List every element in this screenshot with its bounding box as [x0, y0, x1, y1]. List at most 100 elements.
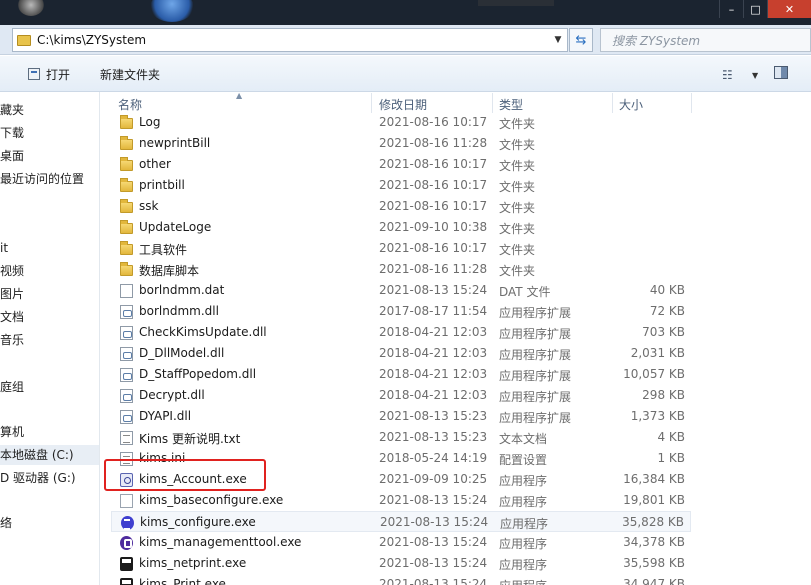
file-size: 16,384 KB — [623, 472, 685, 486]
file-row[interactable]: 数据库脚本 2021-08-16 11:28 文件夹 — [111, 259, 691, 280]
file-name: kims.ini — [139, 451, 186, 465]
column-divider[interactable] — [691, 93, 692, 113]
chevron-down-icon[interactable]: ▼ — [752, 67, 758, 83]
open-button[interactable]: 打开 — [28, 66, 70, 82]
file-size: 34,378 KB — [623, 535, 685, 549]
title-bar-glass — [478, 0, 554, 6]
file-row[interactable]: UpdateLoge 2021-09-10 10:38 文件夹 — [111, 217, 691, 238]
sidebar-item-homegroup[interactable]: 庭组 — [0, 377, 24, 397]
file-modified-date: 2018-05-24 14:19 — [379, 451, 488, 465]
file-row[interactable]: CheckKimsUpdate.dll 2018-04-21 12:03 应用程序扩… — [111, 322, 691, 343]
file-row[interactable]: kims_Print.exe 2021-08-13 15:24 应用程序 34,947… — [111, 574, 691, 585]
window-title-bar: – □ ✕ — [0, 0, 811, 25]
file-row[interactable]: kims_configure.exe 2021-08-13 15:24 应用程序 35… — [111, 511, 691, 532]
minimize-icon[interactable]: – — [719, 0, 743, 18]
sidebar-item-recent-places[interactable]: 最近访问的位置 — [0, 169, 84, 189]
file-row[interactable]: Log 2021-08-16 10:17 文件夹 — [111, 112, 691, 133]
file-row[interactable]: Kims 更新说明.txt 2021-08-13 15:23 文本文档 4 KB — [111, 427, 691, 448]
file-type: 文件夹 — [499, 159, 536, 173]
sidebar-item-videos[interactable]: 视频 — [0, 261, 24, 281]
column-divider[interactable] — [612, 93, 613, 113]
close-icon[interactable]: ✕ — [767, 0, 811, 18]
file-row[interactable]: borlndmm.dll 2017-08-17 11:54 应用程序扩展 72 KB — [111, 301, 691, 322]
application-icon — [120, 494, 133, 508]
file-row[interactable]: Decrypt.dll 2018-04-21 12:03 应用程序扩展 298 KB — [111, 385, 691, 406]
address-path[interactable]: C:\kims\ZYSystem — [37, 33, 146, 47]
sidebar-item-documents[interactable]: 文档 — [0, 307, 24, 327]
file-modified-date: 2018-04-21 12:03 — [379, 388, 488, 402]
desktop-icon-fragment — [18, 0, 44, 16]
file-type: 应用程序 — [499, 577, 547, 585]
refresh-button[interactable]: ⇆ — [569, 28, 593, 52]
file-size: 1 KB — [657, 451, 685, 465]
file-modified-date: 2021-08-16 10:17 — [379, 115, 488, 129]
maximize-icon[interactable]: □ — [743, 0, 767, 18]
file-row[interactable]: kims_managementtool.exe 2021-08-13 15:24 应… — [111, 532, 691, 553]
address-bar[interactable]: C:\kims\ZYSystem ▼ — [12, 28, 568, 52]
file-row[interactable]: D_DllModel.dll 2018-04-21 12:03 应用程序扩展 2,03… — [111, 343, 691, 364]
sidebar-item-local-disk-c[interactable]: 本地磁盘 (C:) — [0, 445, 99, 465]
sidebar-item-libraries[interactable]: it — [0, 238, 8, 258]
column-divider[interactable] — [492, 93, 493, 113]
column-header-size[interactable]: 大小 — [619, 96, 643, 113]
file-row[interactable]: other 2021-08-16 10:17 文件夹 — [111, 154, 691, 175]
dll-icon — [120, 305, 133, 319]
chevron-down-icon[interactable]: ▼ — [551, 32, 565, 48]
column-divider[interactable] — [371, 93, 372, 113]
sidebar-item-pictures[interactable]: 图片 — [0, 284, 24, 304]
file-row[interactable]: kims_netprint.exe 2021-08-13 15:24 应用程序 35,… — [111, 553, 691, 574]
file-size: 10,057 KB — [623, 367, 685, 381]
sidebar-item-network[interactable]: 络 — [0, 513, 12, 533]
file-name: kims_managementtool.exe — [139, 535, 302, 549]
file-icon — [120, 284, 133, 298]
search-input[interactable]: 搜索 ZYSystem — [600, 28, 811, 52]
file-row[interactable]: borlndmm.dat 2021-08-13 15:24 DAT 文件 40 KB — [111, 280, 691, 301]
column-header-date[interactable]: 修改日期 — [379, 96, 427, 113]
file-size: 72 KB — [649, 304, 685, 318]
file-name: 数据库脚本 — [139, 264, 200, 278]
file-type: 应用程序扩展 — [499, 306, 572, 320]
window-controls: – □ ✕ — [719, 0, 811, 18]
sidebar-item-computer[interactable]: 算机 — [0, 422, 24, 442]
preview-pane-icon[interactable] — [774, 66, 788, 79]
sidebar-item-drive-g[interactable]: D 驱动器 (G:) — [0, 468, 76, 488]
file-row[interactable]: ssk 2021-08-16 10:17 文件夹 — [111, 196, 691, 217]
file-name: printbill — [139, 178, 185, 192]
file-type: 文件夹 — [499, 222, 536, 236]
file-type: 应用程序 — [499, 537, 548, 551]
sidebar-item-music[interactable]: 音乐 — [0, 330, 24, 350]
file-row[interactable]: kims_Account.exe 2021-09-09 10:25 应用程序 16,3… — [111, 469, 691, 490]
file-row[interactable]: D_StaffPopedom.dll 2018-04-21 12:03 应用程序扩展… — [111, 364, 691, 385]
new-folder-button[interactable]: 新建文件夹 — [100, 66, 160, 82]
file-row[interactable]: printbill 2021-08-16 10:17 文件夹 — [111, 175, 691, 196]
file-row[interactable]: DYAPI.dll 2021-08-13 15:23 应用程序扩展 1,373 KB — [111, 406, 691, 427]
open-icon — [28, 68, 40, 80]
file-modified-date: 2018-04-21 12:03 — [379, 325, 488, 339]
file-row[interactable]: 工具软件 2021-08-16 10:17 文件夹 — [111, 238, 691, 259]
sidebar-item-favorites[interactable]: 藏夹 — [0, 100, 24, 120]
file-name: UpdateLoge — [139, 220, 212, 234]
file-modified-date: 2018-04-21 12:03 — [379, 346, 488, 360]
sidebar-item-desktop[interactable]: 桌面 — [0, 146, 24, 166]
file-type: 应用程序扩展 — [499, 327, 572, 341]
search-placeholder: 搜索 ZYSystem — [612, 33, 701, 48]
sidebar-item-downloads[interactable]: 下载 — [0, 123, 24, 143]
file-name: D_StaffPopedom.dll — [139, 367, 257, 381]
file-modified-date: 2021-08-13 15:24 — [379, 556, 488, 570]
file-type: DAT 文件 — [499, 285, 551, 299]
file-row[interactable]: kims_baseconfigure.exe 2021-08-13 15:24 应用… — [111, 490, 691, 511]
file-row[interactable]: newprintBill 2021-08-16 11:28 文件夹 — [111, 133, 691, 154]
file-type: 应用程序扩展 — [499, 390, 572, 404]
file-row[interactable]: kims.ini 2018-05-24 14:19 配置设置 1 KB — [111, 448, 691, 469]
file-size: 19,801 KB — [623, 493, 685, 507]
file-modified-date: 2018-04-21 12:03 — [379, 367, 488, 381]
file-list: ▲ 名称 修改日期 类型 大小 Log 2021-08-16 10:17 文件夹 ne… — [101, 91, 811, 585]
view-options-icon[interactable]: ☷ — [722, 67, 733, 83]
file-size: 35,828 KB — [622, 515, 684, 529]
kims-account-app-icon — [120, 473, 133, 487]
kims-configure-app-icon — [121, 516, 134, 530]
column-header-type[interactable]: 类型 — [499, 96, 523, 113]
file-name: borlndmm.dll — [139, 304, 219, 318]
dll-icon — [120, 389, 133, 403]
column-header-name[interactable]: 名称 — [118, 96, 142, 113]
